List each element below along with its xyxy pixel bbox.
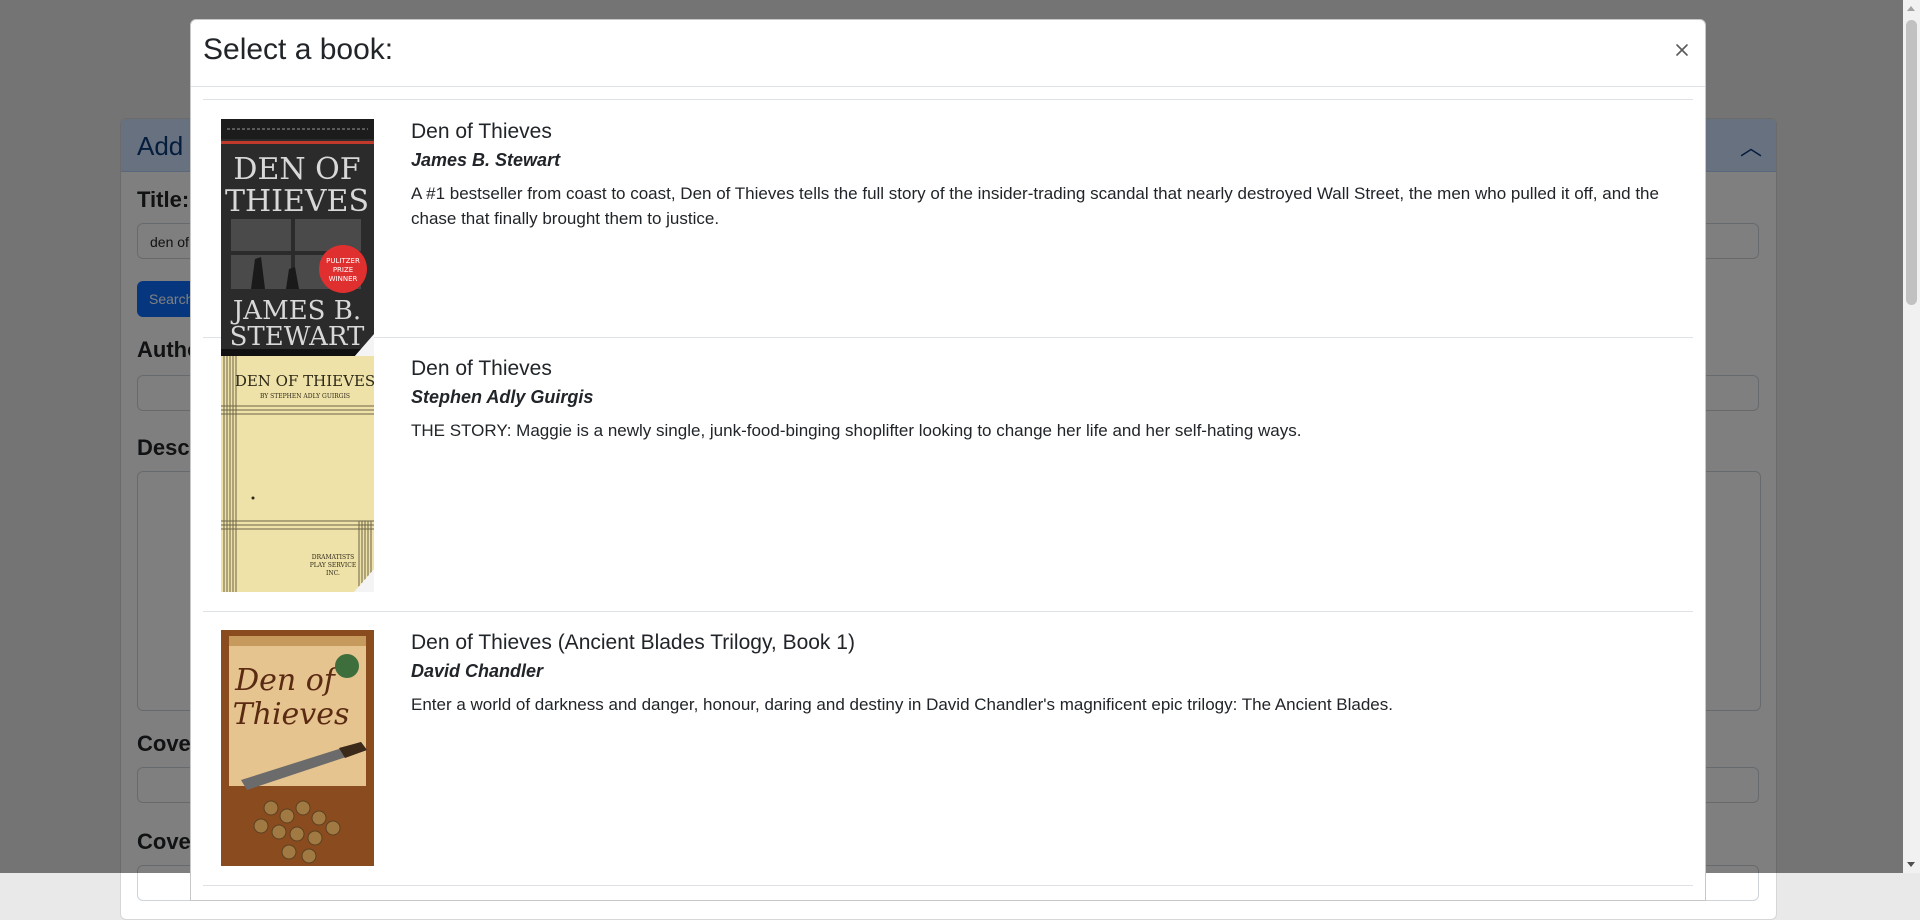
book-description: Enter a world of darkness and danger, ho… xyxy=(411,695,1393,714)
book-cover-image: DEN OF THIEVES BY STEPHEN ADLY GUIRGIS D… xyxy=(221,356,374,592)
den-of-thieves-guirgis-cover: DEN OF THIEVES BY STEPHEN ADLY GUIRGIS D… xyxy=(221,356,374,592)
book-info: Den of Thieves Stephen Adly Guirgis THE … xyxy=(411,356,1675,593)
book-cover-image: DEN OF THIEVES PULITZER PRIZE WINNER JAM… xyxy=(221,119,374,357)
scroll-thumb[interactable] xyxy=(1906,20,1917,305)
book-title: Den of Thieves xyxy=(411,357,552,380)
modal-header: Select a book: xyxy=(191,20,1705,87)
svg-text:WINNER: WINNER xyxy=(329,275,358,283)
book-title: Den of Thieves (Ancient Blades Trilogy, … xyxy=(411,631,855,654)
book-description: THE STORY: Maggie is a newly single, jun… xyxy=(411,421,1302,440)
book-author: Stephen Adly Guirgis xyxy=(411,387,594,407)
den-of-thieves-chandler-cover: Den of Thieves xyxy=(221,630,374,866)
svg-text:DEN OF THIEVES: DEN OF THIEVES xyxy=(235,372,374,390)
book-item-3[interactable]: Den of Thieves Den of Thieves (Ancient B… xyxy=(203,612,1693,886)
book-item-2[interactable]: DEN OF THIEVES BY STEPHEN ADLY GUIRGIS D… xyxy=(203,338,1693,612)
den-of-thieves-stewart-cover: DEN OF THIEVES PULITZER PRIZE WINNER JAM… xyxy=(221,119,374,357)
svg-text:STEWART: STEWART xyxy=(230,322,365,352)
svg-text:PULITZER: PULITZER xyxy=(326,257,360,265)
svg-text:PLAY SERVICE: PLAY SERVICE xyxy=(310,562,356,569)
close-button[interactable] xyxy=(1669,37,1695,63)
modal-body: DEN OF THIEVES PULITZER PRIZE WINNER JAM… xyxy=(191,87,1705,886)
scroll-up-arrow-icon[interactable] xyxy=(1907,6,1915,11)
book-item-1[interactable]: DEN OF THIEVES PULITZER PRIZE WINNER JAM… xyxy=(203,100,1693,357)
svg-text:Thieves: Thieves xyxy=(233,697,350,732)
book-author: David Chandler xyxy=(411,661,544,681)
book-author: James B. Stewart xyxy=(411,150,561,170)
svg-text:Den of: Den of xyxy=(234,663,340,698)
modal-title: Select a book: xyxy=(203,33,394,66)
book-info: Den of Thieves James B. Stewart A #1 bes… xyxy=(411,119,1675,319)
page-scrollbar[interactable] xyxy=(1903,0,1920,873)
book-cover-image: Den of Thieves xyxy=(221,630,374,866)
close-icon xyxy=(1676,44,1688,56)
svg-text:DRAMATISTS: DRAMATISTS xyxy=(312,554,354,561)
svg-text:PRIZE: PRIZE xyxy=(333,266,353,274)
scroll-down-arrow-icon[interactable] xyxy=(1907,862,1915,867)
book-list: DEN OF THIEVES PULITZER PRIZE WINNER JAM… xyxy=(203,99,1693,886)
book-info: Den of Thieves (Ancient Blades Trilogy, … xyxy=(411,630,1675,867)
book-description: A #1 bestseller from coast to coast, Den… xyxy=(411,184,1659,228)
select-book-modal: Select a book: DEN OF THIEVES PULITZER P… xyxy=(190,19,1706,901)
svg-text:INC.: INC. xyxy=(326,570,340,577)
svg-text:BY STEPHEN ADLY GUIRGIS: BY STEPHEN ADLY GUIRGIS xyxy=(260,393,350,400)
svg-text:DEN OF: DEN OF xyxy=(233,152,360,187)
svg-text:THIEVES: THIEVES xyxy=(225,184,369,219)
book-title: Den of Thieves xyxy=(411,120,552,143)
